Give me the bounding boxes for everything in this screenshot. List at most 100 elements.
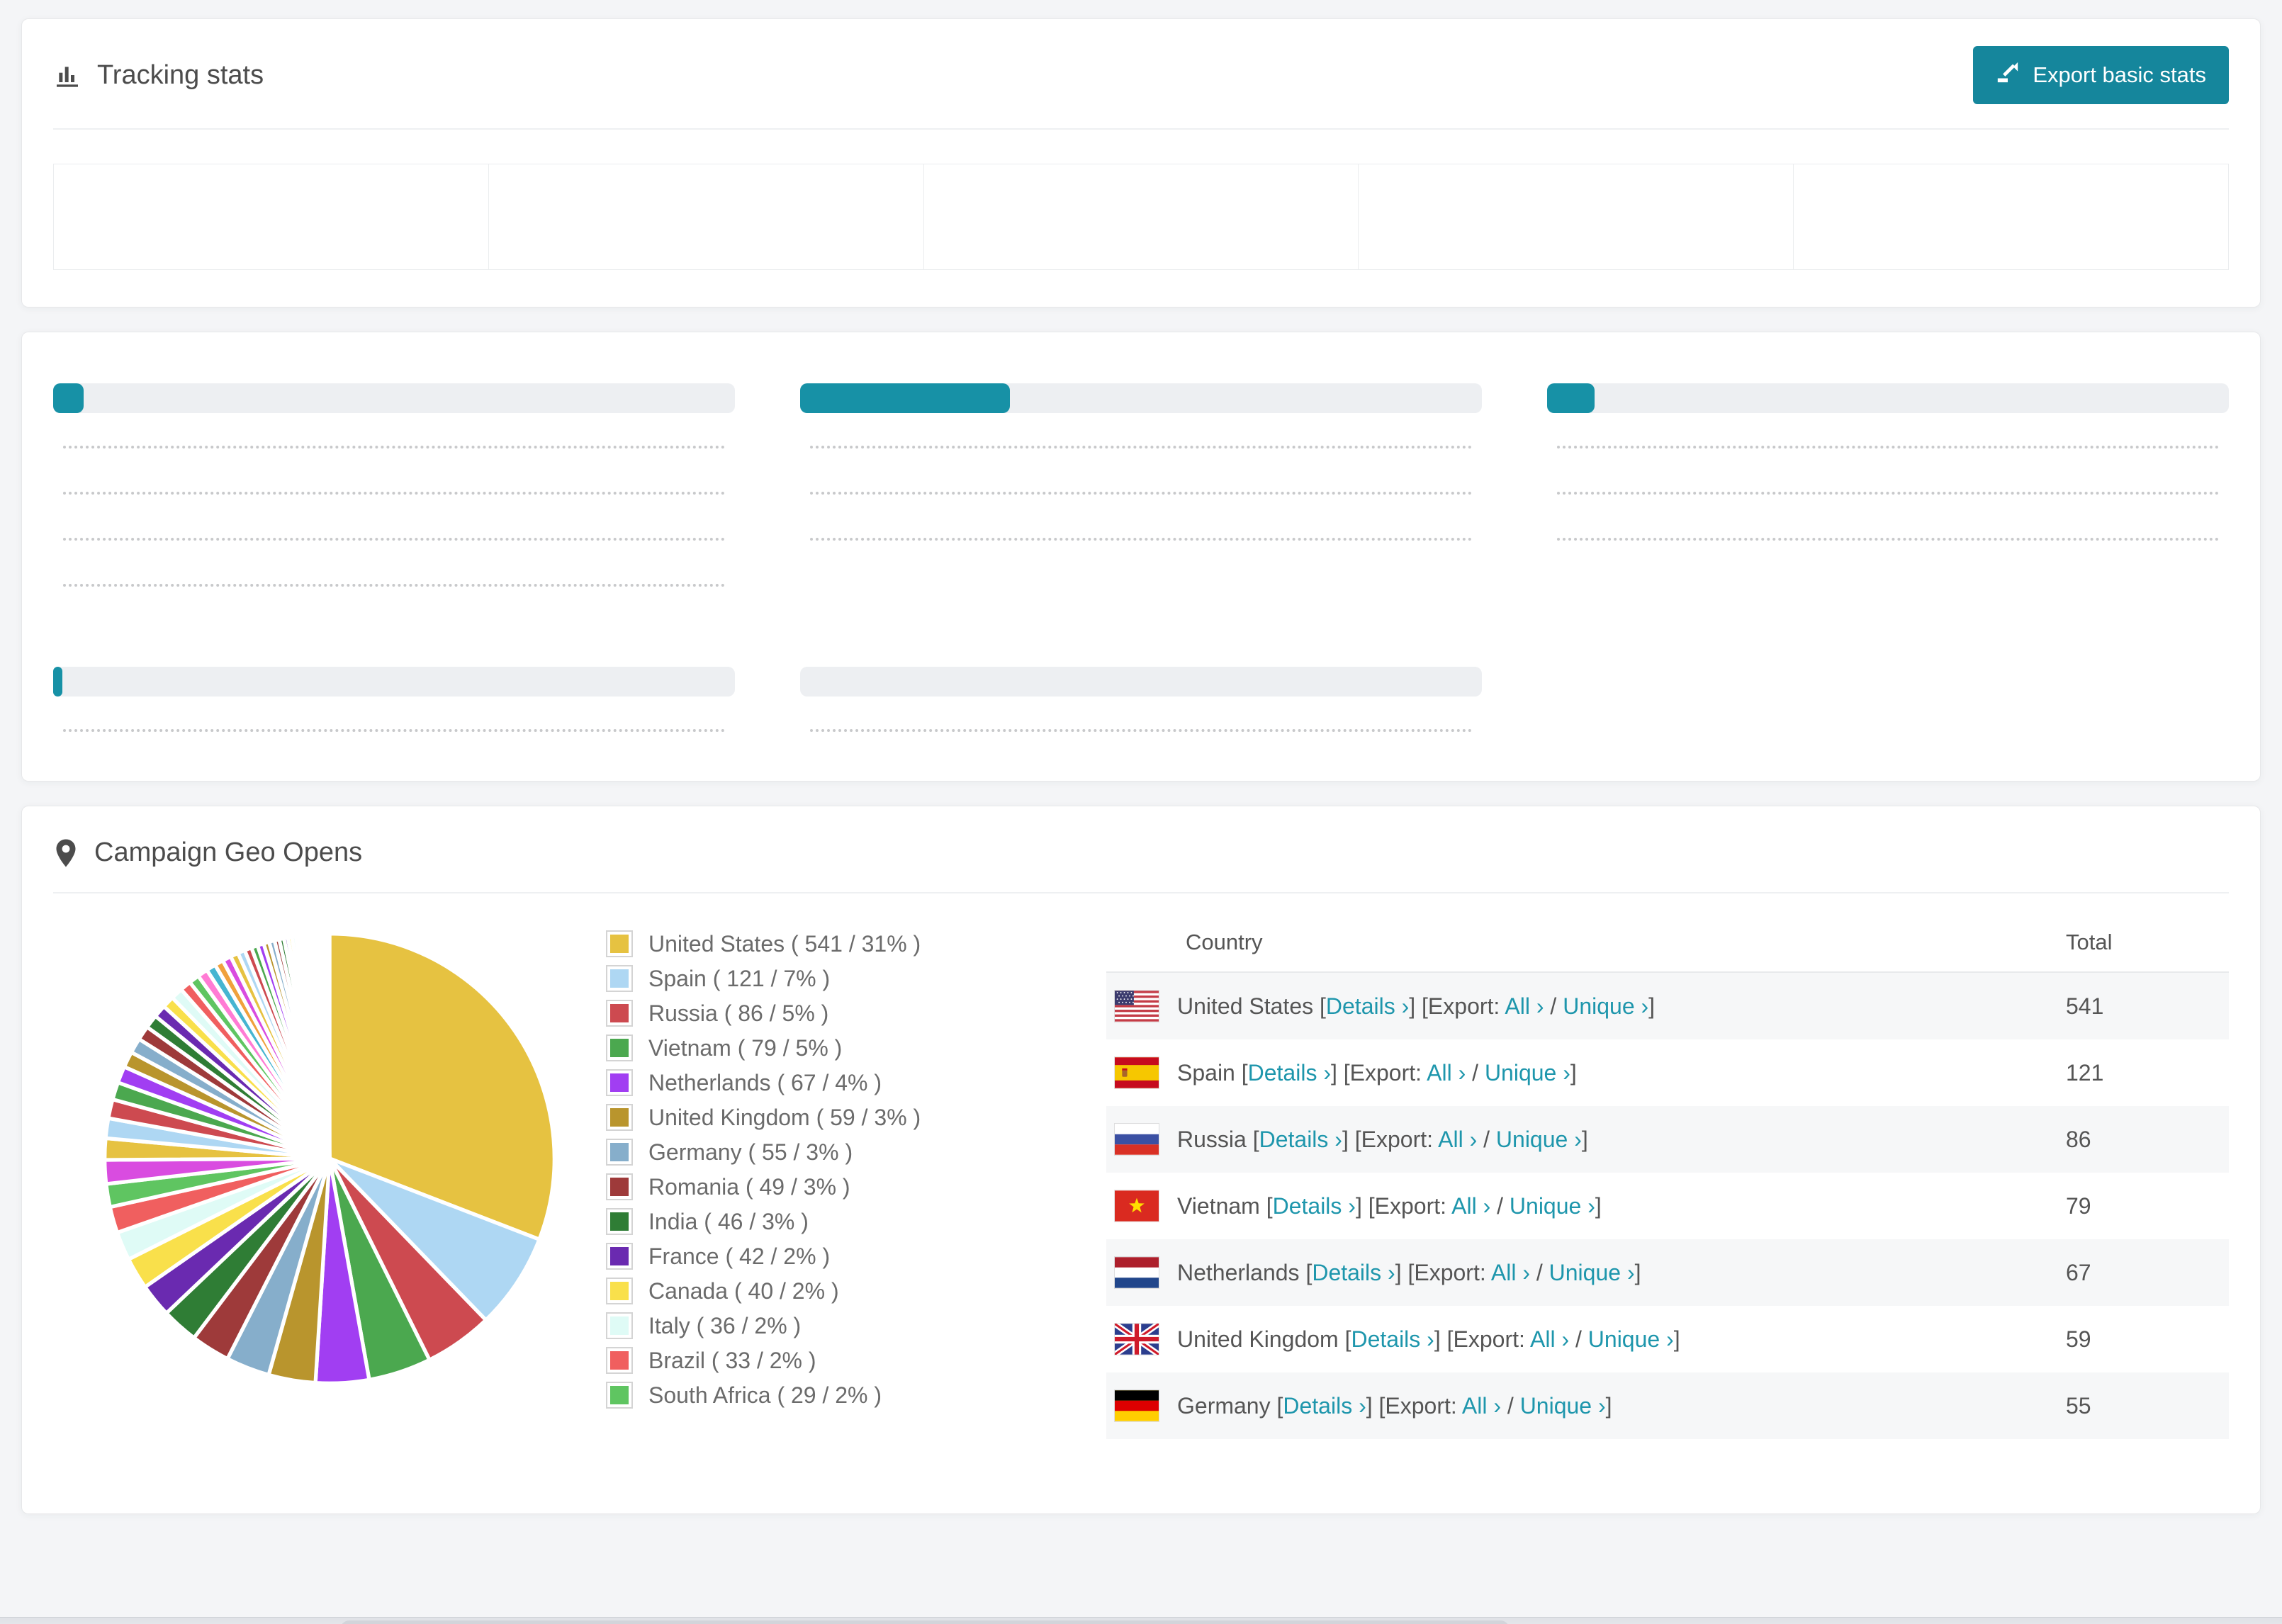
legend-item: South Africa ( 29 / 2% ): [606, 1382, 1067, 1409]
rate-panel-clicks-rate: [53, 365, 735, 593]
total-column-header: Total: [2066, 930, 2113, 954]
country-cell: United Kingdom [Details ›] [Export: All …: [1177, 1326, 1680, 1352]
legend-label: United States ( 541 / 31% ): [648, 930, 921, 957]
details-link[interactable]: Details ›: [1326, 993, 1409, 1019]
details-link[interactable]: Details ›: [1248, 1060, 1331, 1086]
total-cell: 67: [2066, 1259, 2091, 1285]
page-title: Tracking stats: [97, 60, 264, 90]
export-unique-link[interactable]: Unique ›: [1588, 1326, 1674, 1352]
legend-label: Italy ( 36 / 2% ): [648, 1312, 802, 1338]
tracking-stats-card: Tracking stats Export basic stats: [21, 18, 2261, 308]
horizontal-scrollbar-track[interactable]: [0, 1617, 2282, 1624]
country-cell: United States [Details ›] [Export: All ›…: [1177, 993, 1656, 1019]
geo-pie-legend: United States ( 541 / 31% ) Spain ( 121 …: [606, 913, 1067, 1439]
geo-pie-chart: [53, 913, 606, 1439]
geo-header-divider: [53, 892, 2229, 893]
details-link[interactable]: Details ›: [1283, 1393, 1366, 1419]
rate-progress-fill: [800, 383, 1010, 413]
details-link[interactable]: Details ›: [1259, 1127, 1342, 1152]
geo-table-row-ru: Russia [Details ›] [Export: All › / Uniq…: [1106, 1106, 2229, 1173]
export-unique-link[interactable]: Unique ›: [1496, 1127, 1582, 1152]
horizontal-scrollbar-thumb[interactable]: [340, 1620, 1510, 1624]
total-cell: 55: [2066, 1392, 2091, 1419]
rate-progress-track: [1547, 383, 2229, 413]
legend-label: Germany ( 55 / 3% ): [648, 1139, 853, 1165]
geo-table-row-gb: United Kingdom [Details ›] [Export: All …: [1106, 1306, 2229, 1372]
legend-swatch: [606, 1173, 633, 1200]
rate-stat-row: [53, 584, 735, 593]
legend-item: Spain ( 121 / 7% ): [606, 965, 1067, 992]
export-all-link[interactable]: All ›: [1505, 993, 1544, 1019]
export-basic-stats-button[interactable]: Export basic stats: [1973, 46, 2229, 104]
header-divider: [53, 128, 2229, 130]
rate-stat-row: [800, 446, 1482, 455]
dotted-leader: [63, 584, 725, 587]
rate-stat-row: [800, 492, 1482, 501]
export-unique-link[interactable]: Unique ›: [1520, 1393, 1606, 1419]
legend-label: South Africa ( 29 / 2% ): [648, 1382, 882, 1408]
country-cell: Germany [Details ›] [Export: All › / Uni…: [1177, 1392, 1612, 1419]
rate-stat-row: [53, 446, 735, 455]
legend-label: Canada ( 40 / 2% ): [648, 1278, 839, 1304]
country-column-header: Country: [1186, 930, 1263, 954]
tracking-stats-header: Tracking stats Export basic stats: [53, 46, 2229, 104]
legend-item: Brazil ( 33 / 2% ): [606, 1347, 1067, 1374]
nl-flag-icon: [1115, 1257, 1159, 1288]
dotted-leader: [63, 446, 725, 449]
rate-stat-row: [53, 538, 735, 547]
dotted-leader: [1557, 492, 2219, 495]
summary-stat-opens: [53, 164, 489, 270]
dotted-leader: [63, 492, 725, 495]
country-cell: Spain [Details ›] [Export: All › / Uniqu…: [1177, 1059, 1577, 1086]
export-icon: [1996, 60, 2020, 90]
legend-item: India ( 46 / 3% ): [606, 1208, 1067, 1235]
rate-stat-row: [1547, 492, 2229, 501]
total-cell: 121: [2066, 1059, 2104, 1086]
export-all-link[interactable]: All ›: [1530, 1326, 1569, 1352]
details-link[interactable]: Details ›: [1351, 1326, 1434, 1352]
export-all-link[interactable]: All ›: [1438, 1127, 1477, 1152]
summary-stats-row: [53, 164, 2229, 270]
legend-label: Russia ( 86 / 5% ): [648, 1000, 829, 1026]
rates-grid: [53, 365, 2229, 738]
export-all-link[interactable]: All ›: [1462, 1393, 1501, 1419]
total-cell: 79: [2066, 1192, 2091, 1219]
legend-label: United Kingdom ( 59 / 3% ): [648, 1104, 921, 1130]
legend-swatch: [606, 1139, 633, 1166]
rate-panel-bounce-rate: [1547, 365, 2229, 593]
details-link[interactable]: Details ›: [1312, 1260, 1395, 1285]
dotted-leader: [810, 729, 1472, 732]
legend-swatch: [606, 930, 633, 957]
export-all-link[interactable]: All ›: [1491, 1260, 1530, 1285]
rate-progress-track: [800, 383, 1482, 413]
rate-panel-unsubscribe-rate: [53, 648, 735, 738]
legend-swatch: [606, 1347, 633, 1374]
export-all-link[interactable]: All ›: [1427, 1060, 1466, 1086]
summary-stat-clicks: [488, 164, 924, 270]
legend-swatch: [606, 1208, 633, 1235]
rate-progress-track: [53, 383, 735, 413]
geo-table-header: Country Total: [1106, 913, 2229, 973]
export-unique-link[interactable]: Unique ›: [1563, 993, 1648, 1019]
rate-stat-row: [800, 538, 1482, 547]
export-unique-link[interactable]: Unique ›: [1485, 1060, 1570, 1086]
export-unique-link[interactable]: Unique ›: [1549, 1260, 1635, 1285]
legend-swatch: [606, 1243, 633, 1270]
details-link[interactable]: Details ›: [1273, 1193, 1356, 1219]
vn-flag-icon: [1115, 1190, 1159, 1222]
export-unique-link[interactable]: Unique ›: [1510, 1193, 1595, 1219]
legend-item: Vietnam ( 79 / 5% ): [606, 1034, 1067, 1061]
dotted-leader: [1557, 446, 2219, 449]
tracking-stats-title: Tracking stats: [53, 60, 264, 91]
legend-label: Spain ( 121 / 7% ): [648, 965, 831, 991]
legend-swatch: [606, 1312, 633, 1339]
export-all-link[interactable]: All ›: [1451, 1193, 1490, 1219]
es-flag-icon: [1115, 1057, 1159, 1088]
legend-item: Canada ( 40 / 2% ): [606, 1278, 1067, 1304]
legend-item: Netherlands ( 67 / 4% ): [606, 1069, 1067, 1096]
de-flag-icon: [1115, 1390, 1159, 1421]
rate-progress-fill: [53, 383, 84, 413]
summary-stat-unsubscribes: [923, 164, 1359, 270]
summary-stat-bounces: [1793, 164, 2229, 270]
rate-stat-row: [1547, 446, 2229, 455]
